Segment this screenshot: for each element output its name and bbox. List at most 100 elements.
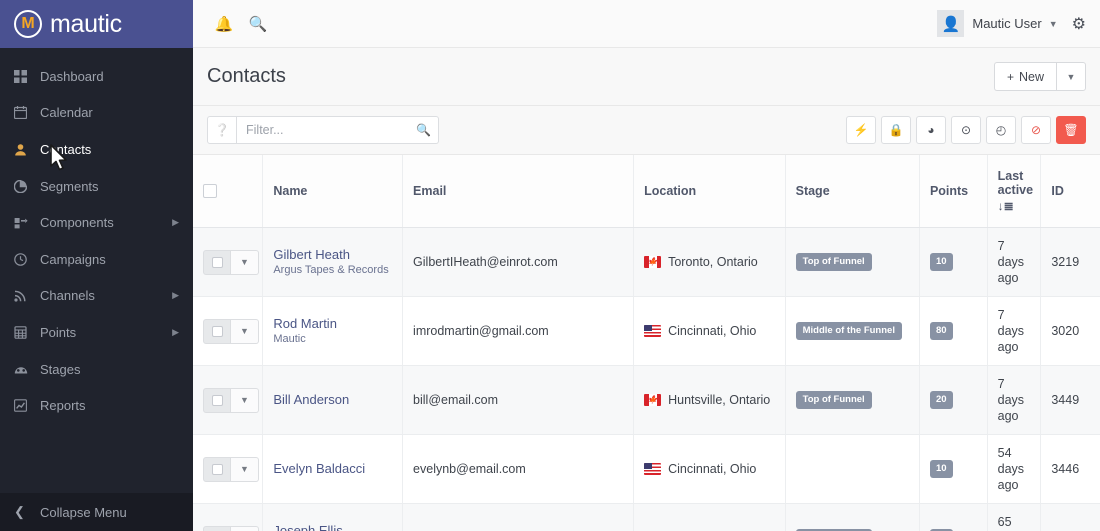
row-select-cell: ▼ bbox=[193, 503, 264, 531]
table-head: Name Email Location Stage Points Last ac… bbox=[193, 155, 1100, 228]
chevron-left-icon: ❮ bbox=[14, 504, 25, 519]
column-header-id[interactable]: ID bbox=[1040, 155, 1100, 228]
avatar[interactable]: 👤 bbox=[937, 10, 965, 37]
column-header-points[interactable]: Points bbox=[919, 155, 988, 228]
speedometer-icon[interactable]: ⊙ bbox=[951, 116, 981, 144]
clock-icon[interactable]: ◴ bbox=[986, 116, 1016, 144]
row-checkbox[interactable] bbox=[203, 525, 231, 531]
gear-icon[interactable]: ⚙ bbox=[1072, 14, 1086, 34]
sidebar-item-contacts[interactable]: Contacts bbox=[0, 131, 193, 168]
last-active-text: 7 days ago bbox=[997, 239, 1025, 285]
bell-icon[interactable]: 🔔 bbox=[207, 7, 241, 41]
sidebar-item-campaigns[interactable]: Campaigns bbox=[0, 241, 193, 278]
canada-flag-icon: 🍁 bbox=[644, 255, 662, 268]
column-header-email[interactable]: Email bbox=[402, 155, 635, 228]
calculator-icon bbox=[14, 326, 40, 339]
new-button[interactable]: + New bbox=[993, 62, 1056, 91]
contact-name-link[interactable]: Gilbert Heath bbox=[273, 247, 392, 263]
row-checkbox[interactable] bbox=[203, 387, 231, 413]
chevron-right-icon[interactable]: ▶ bbox=[172, 290, 179, 301]
sidebar-item-calendar[interactable]: Calendar bbox=[0, 95, 193, 132]
trash-icon[interactable]: 🗑 bbox=[1056, 116, 1086, 144]
search-button[interactable]: 🔍 bbox=[409, 116, 439, 144]
chevron-down-icon[interactable]: ▼ bbox=[1049, 19, 1058, 29]
column-header-name[interactable]: Name bbox=[262, 155, 404, 228]
table-row[interactable]: ▼ Rod Martin Mautic imrodmartin@gmail.com Ci… bbox=[193, 296, 1100, 366]
sidebar-item-points[interactable]: Points ▶ bbox=[0, 314, 193, 351]
top-bar-right: 👤 Mautic User ▼ ⚙ bbox=[937, 10, 1086, 37]
sidebar-item-components[interactable]: Components ▶ bbox=[0, 204, 193, 241]
contact-email[interactable]: evelynb@email.com bbox=[413, 462, 526, 476]
table-header-row: Name Email Location Stage Points Last ac… bbox=[193, 155, 1100, 228]
contact-email[interactable]: bill@email.com bbox=[413, 393, 498, 407]
lock-icon[interactable]: 🔒 bbox=[881, 116, 911, 144]
select-all-checkbox[interactable] bbox=[203, 184, 217, 198]
table-body: ▼ Gilbert Heath Argus Tapes & Records Gilbe… bbox=[193, 227, 1100, 531]
action-buttons: ⚡ 🔒 ◕ ⊙ ◴ ⊘ 🗑 bbox=[846, 116, 1086, 144]
cell-email: JosephSEllis@armyspy.com bbox=[402, 503, 635, 531]
column-header-location[interactable]: Location bbox=[633, 155, 786, 228]
rss-icon bbox=[14, 289, 40, 302]
cell-last-active: 7 days ago bbox=[987, 296, 1042, 366]
row-actions-dropdown-icon[interactable]: ▼ bbox=[231, 456, 259, 482]
contact-name-link[interactable]: Bill Anderson bbox=[273, 392, 392, 408]
sidebar: M mautic Dashboard Calendar Contacts Segmen… bbox=[0, 0, 193, 531]
row-checkbox[interactable] bbox=[203, 318, 231, 344]
sidebar-item-stages[interactable]: Stages bbox=[0, 351, 193, 388]
cell-name: Gilbert Heath Argus Tapes & Records bbox=[262, 227, 404, 297]
sidebar-item-reports[interactable]: Reports bbox=[0, 387, 193, 424]
user-icon bbox=[14, 143, 40, 156]
cell-points: 10 bbox=[919, 503, 988, 531]
ban-icon[interactable]: ⊘ bbox=[1021, 116, 1051, 144]
brand-name: mautic bbox=[50, 9, 122, 38]
lightning-bolt-icon[interactable]: ⚡ bbox=[846, 116, 876, 144]
row-actions-dropdown-icon[interactable]: ▼ bbox=[231, 525, 259, 531]
row-actions-dropdown-icon[interactable]: ▼ bbox=[231, 387, 259, 413]
top-bar: 🔔 🔍 👤 Mautic User ▼ ⚙ bbox=[193, 0, 1100, 48]
table-row[interactable]: ▼Joseph EllisSteinberg'sJosephSEllis@arm… bbox=[193, 503, 1100, 531]
pie-chart-icon bbox=[14, 179, 40, 193]
contact-email[interactable]: imrodmartin@gmail.com bbox=[413, 324, 549, 338]
row-actions-dropdown-icon[interactable]: ▼ bbox=[231, 249, 259, 275]
column-label-points: Points bbox=[929, 184, 969, 198]
cell-id: 3218 bbox=[1040, 503, 1100, 531]
contact-name-link[interactable]: Joseph Ellis bbox=[273, 523, 392, 531]
last-active-text: 54 days ago bbox=[997, 446, 1025, 492]
location-wrap: Cincinnati, Ohio bbox=[644, 323, 775, 339]
cell-stage bbox=[785, 434, 920, 504]
contact-email[interactable]: GilbertIHeath@einrot.com bbox=[413, 255, 558, 269]
main-area: 🔔 🔍 👤 Mautic User ▼ ⚙ Contacts + New ▼ ❔ bbox=[193, 0, 1100, 531]
table-row[interactable]: ▼ Evelyn Baldacci evelynb@email.com Cincinn… bbox=[193, 434, 1100, 504]
chevron-right-icon[interactable]: ▶ bbox=[172, 327, 179, 338]
chevron-right-icon[interactable]: ▶ bbox=[172, 217, 179, 228]
column-header-stage[interactable]: Stage bbox=[785, 155, 920, 228]
contact-name-link[interactable]: Evelyn Baldacci bbox=[273, 461, 392, 477]
cell-points: 20 bbox=[919, 365, 988, 435]
table-row[interactable]: ▼ Bill Anderson bill@email.com 🍁 Huntsville,… bbox=[193, 365, 1100, 435]
table-row[interactable]: ▼ Gilbert Heath Argus Tapes & Records Gilbe… bbox=[193, 227, 1100, 297]
collapse-menu-button[interactable]: ❮ Collapse Menu bbox=[0, 493, 193, 531]
sidebar-item-label: Channels bbox=[40, 288, 95, 304]
cell-last-active: 65 days ago bbox=[987, 503, 1042, 531]
contact-name-link[interactable]: Rod Martin bbox=[273, 316, 392, 332]
row-checkbox[interactable] bbox=[203, 456, 231, 482]
row-actions-dropdown-icon[interactable]: ▼ bbox=[231, 318, 259, 344]
sidebar-item-dashboard[interactable]: Dashboard bbox=[0, 58, 193, 95]
search-input[interactable]: Filter... bbox=[237, 116, 409, 144]
location-text: Toronto, Ontario bbox=[668, 254, 758, 269]
new-dropdown-button[interactable]: ▼ bbox=[1056, 62, 1086, 91]
clock-icon bbox=[14, 252, 40, 266]
column-header-last-active[interactable]: Last active ↓≣ bbox=[987, 155, 1042, 228]
sidebar-item-channels[interactable]: Channels ▶ bbox=[0, 278, 193, 315]
sidebar-item-segments[interactable]: Segments bbox=[0, 168, 193, 205]
brand-logo[interactable]: M mautic bbox=[0, 0, 193, 48]
last-active-text: 7 days ago bbox=[997, 308, 1025, 354]
row-checkbox[interactable] bbox=[203, 249, 231, 275]
cell-stage: Middle of the Funnel bbox=[785, 296, 920, 366]
search-icon[interactable]: 🔍 bbox=[241, 7, 275, 41]
question-circle-icon[interactable]: ❔ bbox=[207, 116, 237, 144]
sort-desc-icon[interactable]: ↓≣ bbox=[998, 199, 1014, 213]
cell-id: 3020 bbox=[1040, 296, 1100, 366]
column-header-select[interactable] bbox=[193, 155, 264, 228]
pie-chart-icon[interactable]: ◕ bbox=[916, 116, 946, 144]
